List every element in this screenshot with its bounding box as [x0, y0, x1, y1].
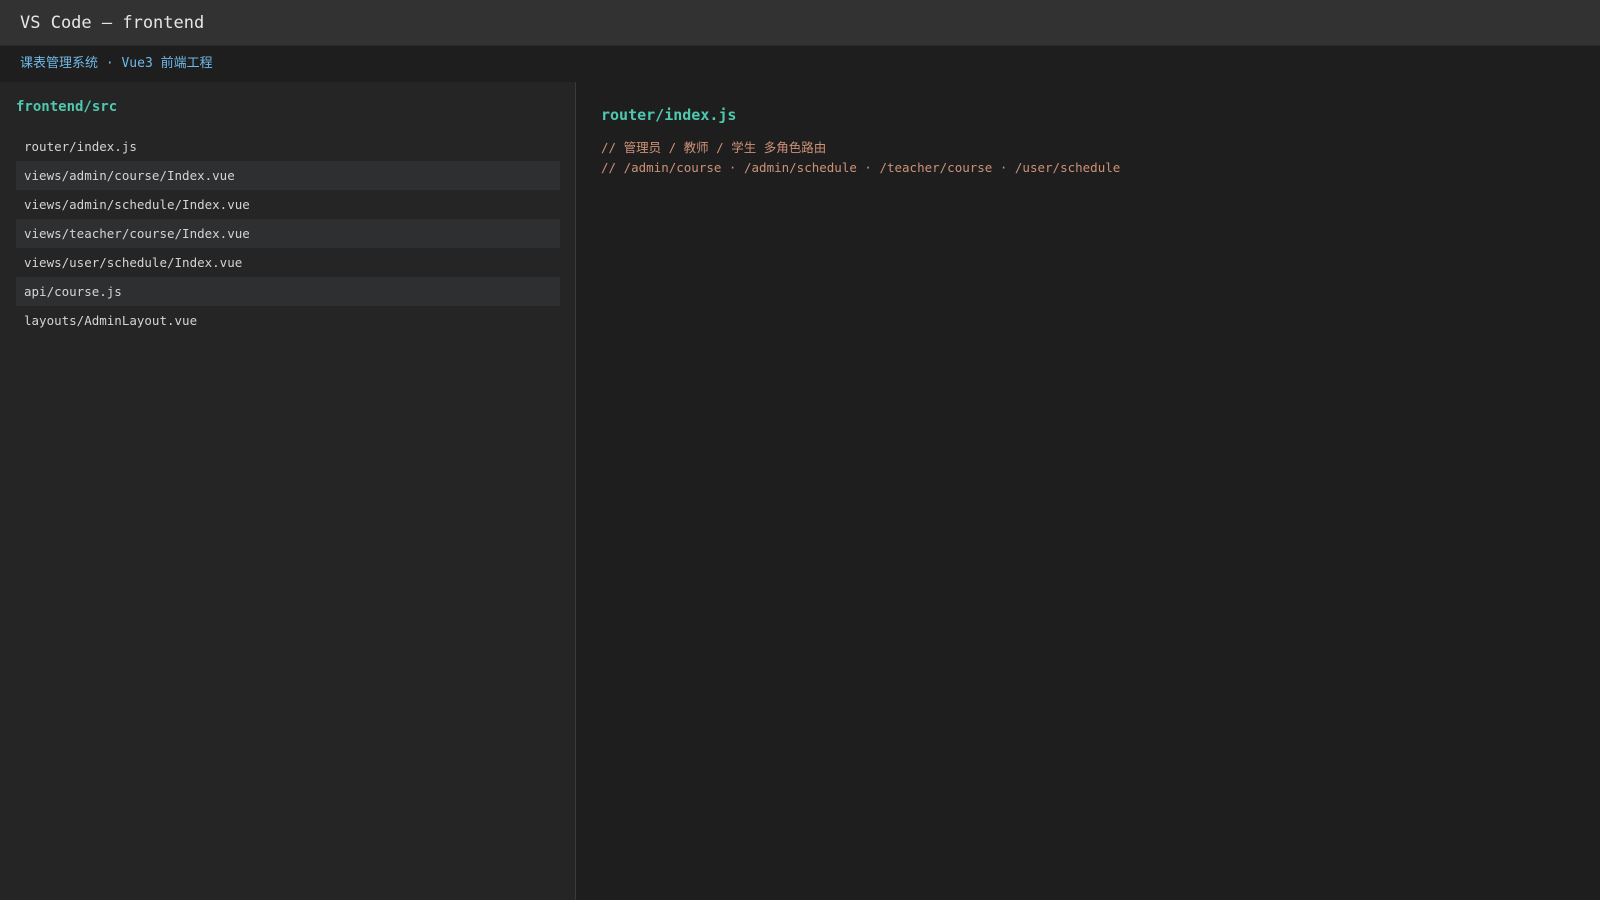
file-item-admin-layout-vue[interactable]: layouts/AdminLayout.vue: [16, 306, 560, 335]
file-item-user-schedule-index-vue[interactable]: views/user/schedule/Index.vue: [16, 248, 560, 277]
editor-pane[interactable]: router/index.js // 管理员 / 教师 / 学生 多角色路由 /…: [576, 82, 1600, 900]
project-header: 课表管理系统 · Vue3 前端工程: [0, 46, 1600, 82]
project-subtitle: 课表管理系统 · Vue3 前端工程: [20, 56, 213, 71]
file-item-admin-schedule-index-vue[interactable]: views/admin/schedule/Index.vue: [16, 190, 560, 219]
window-title: VS Code — frontend: [20, 13, 205, 33]
file-item-api-course-js[interactable]: api/course.js: [16, 277, 560, 306]
explorer-root-folder[interactable]: frontend/src: [16, 98, 117, 116]
editor-file-title: router/index.js: [601, 106, 737, 124]
code-comment-line[interactable]: // /admin/course · /admin/schedule · /te…: [601, 160, 1120, 176]
file-list: router/index.js views/admin/course/Index…: [16, 132, 560, 335]
code-comment-line[interactable]: // 管理员 / 教师 / 学生 多角色路由: [601, 140, 826, 156]
file-item-teacher-course-index-vue[interactable]: views/teacher/course/Index.vue: [16, 219, 560, 248]
title-bar: VS Code — frontend: [0, 0, 1600, 46]
explorer-sidebar: frontend/src router/index.js views/admin…: [0, 82, 576, 900]
file-item-admin-course-index-vue[interactable]: views/admin/course/Index.vue: [16, 161, 560, 190]
file-item-router-index-js[interactable]: router/index.js: [16, 132, 560, 161]
